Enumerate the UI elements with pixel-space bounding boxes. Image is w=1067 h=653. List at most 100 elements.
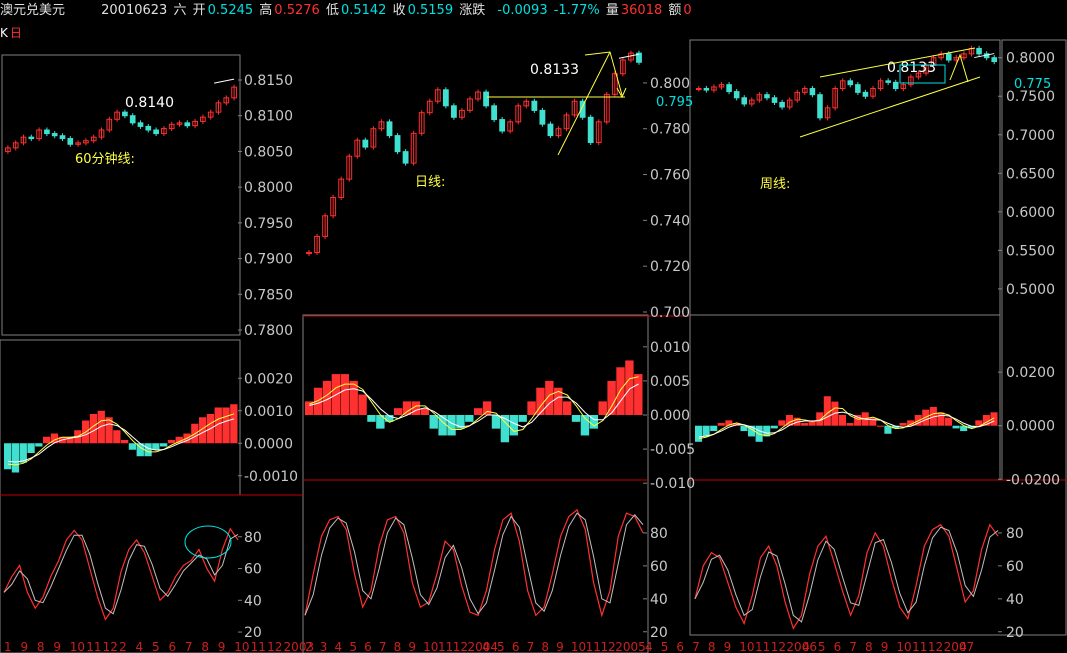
- y-tick-label: 0.010: [650, 340, 690, 356]
- x-tick-label: 7: [185, 640, 193, 653]
- macd-bar: [838, 415, 846, 426]
- candle: [892, 81, 899, 90]
- y-tick-label: 0.740: [650, 213, 690, 229]
- macd-bar: [717, 423, 725, 426]
- y-tick-label: -0.010: [650, 476, 695, 492]
- macd-bar: [167, 440, 176, 444]
- macd-bar: [144, 443, 152, 457]
- macd-bar: [952, 425, 960, 429]
- macd-bar: [944, 417, 953, 426]
- x-tick-label: 12: [600, 640, 615, 653]
- y-tick-label: 0.8150: [244, 73, 293, 89]
- macd-bar: [367, 415, 376, 422]
- x-tick-label: 7: [692, 640, 700, 653]
- y-tick-label: 0.800: [650, 76, 690, 92]
- y-tick-label: 60: [1006, 559, 1024, 575]
- candle: [67, 138, 74, 145]
- macd-bar: [899, 423, 907, 426]
- x-tick-label: 7: [379, 640, 387, 653]
- y-tick-label: 60: [650, 559, 668, 575]
- macd-bar: [509, 415, 518, 436]
- x-tick-label: 8: [708, 640, 716, 653]
- macd-bar: [770, 425, 778, 429]
- x-tick-label: 6: [168, 640, 176, 653]
- x-tick-label: 4: [959, 640, 967, 653]
- macd-bar: [121, 440, 129, 444]
- x-tick-label: 9: [20, 640, 28, 653]
- channel-lower-line: [799, 76, 981, 138]
- candle: [855, 84, 861, 93]
- y-tick-label: 80: [244, 530, 262, 546]
- x-tick-label: 5: [152, 640, 160, 653]
- x-tick-label: 9: [53, 640, 61, 653]
- macd-bar: [447, 415, 456, 436]
- macd-bar: [598, 401, 607, 415]
- high-marker-line: [214, 78, 235, 84]
- y-tick-label: -0.005: [650, 442, 695, 458]
- x-tick-label: 4: [335, 640, 343, 653]
- candle: [44, 129, 50, 135]
- candle: [771, 97, 778, 103]
- y-tick-label: 0.7950: [244, 216, 293, 232]
- x-tick-label: 6: [676, 640, 684, 653]
- x-tick-label: 12: [771, 640, 786, 653]
- y-tick-label: 40: [650, 592, 668, 608]
- k-line: [3, 527, 239, 621]
- panel-frame: [689, 479, 1067, 636]
- macd-bar: [607, 380, 616, 415]
- macd-bar: [527, 401, 536, 415]
- x-tick-label: 9: [881, 640, 889, 653]
- macd-bar: [616, 367, 625, 415]
- panel-frame: [1, 54, 241, 336]
- x-tick-label: 11: [251, 640, 266, 653]
- x-tick-label: 10: [896, 640, 911, 653]
- candle: [137, 122, 144, 127]
- candle: [733, 91, 740, 99]
- candle: [764, 94, 770, 99]
- y-tick-label: 0.8000: [1006, 51, 1055, 67]
- macd-bar: [113, 430, 121, 444]
- macd-bar: [474, 408, 483, 415]
- y-tick-label: 80: [1006, 526, 1024, 542]
- x-tick-label: 8: [394, 640, 402, 653]
- y-tick-label: 0.5000: [1006, 282, 1055, 298]
- x-tick-label: 9: [556, 640, 564, 653]
- x-tick-label: 12: [103, 640, 118, 653]
- y-tick-label: 0.780: [650, 122, 690, 138]
- y-tick-label: 20: [244, 625, 262, 641]
- x-tick-label: 4: [802, 640, 810, 653]
- candle: [386, 121, 393, 137]
- y-tick-label: 0.7000: [1006, 128, 1055, 144]
- macd-bar: [160, 443, 168, 447]
- candle: [696, 88, 702, 91]
- x-tick-label: 10: [234, 640, 249, 653]
- macd-bar: [393, 408, 403, 415]
- candle: [547, 123, 554, 137]
- y-tick-label: 0.7800: [244, 323, 293, 339]
- candle: [885, 80, 891, 83]
- macd-bar: [358, 394, 367, 415]
- chart-canvas: 0.8150 0.8100 0.8050 0.8000 0.7950 0.7900 0.78…: [0, 39, 1067, 653]
- candle: [976, 47, 982, 55]
- candle: [145, 125, 152, 131]
- y-tick-label: 20: [1006, 625, 1024, 641]
- x-tick-label: 4: [482, 640, 490, 653]
- y-tick-label: 0.720: [650, 259, 690, 275]
- arrow-path: [584, 51, 623, 96]
- macd-bar: [222, 407, 230, 444]
- x-tick-label: 7: [849, 640, 857, 653]
- candle: [59, 135, 66, 140]
- x-tick-label: 1: [4, 640, 12, 653]
- candle: [122, 111, 128, 117]
- y-tick-label: 0.0000: [244, 436, 293, 452]
- candle: [402, 151, 409, 164]
- candle: [483, 91, 489, 107]
- macd-bar: [778, 420, 786, 426]
- x-tick-label: 5: [818, 640, 826, 653]
- candle: [442, 89, 449, 107]
- candle: [779, 101, 785, 108]
- high-price-label: 0.8140: [125, 95, 174, 111]
- x-tick-label: 10: [571, 640, 586, 653]
- x-tick-label: 10: [423, 640, 438, 653]
- macd-bar: [152, 443, 160, 450]
